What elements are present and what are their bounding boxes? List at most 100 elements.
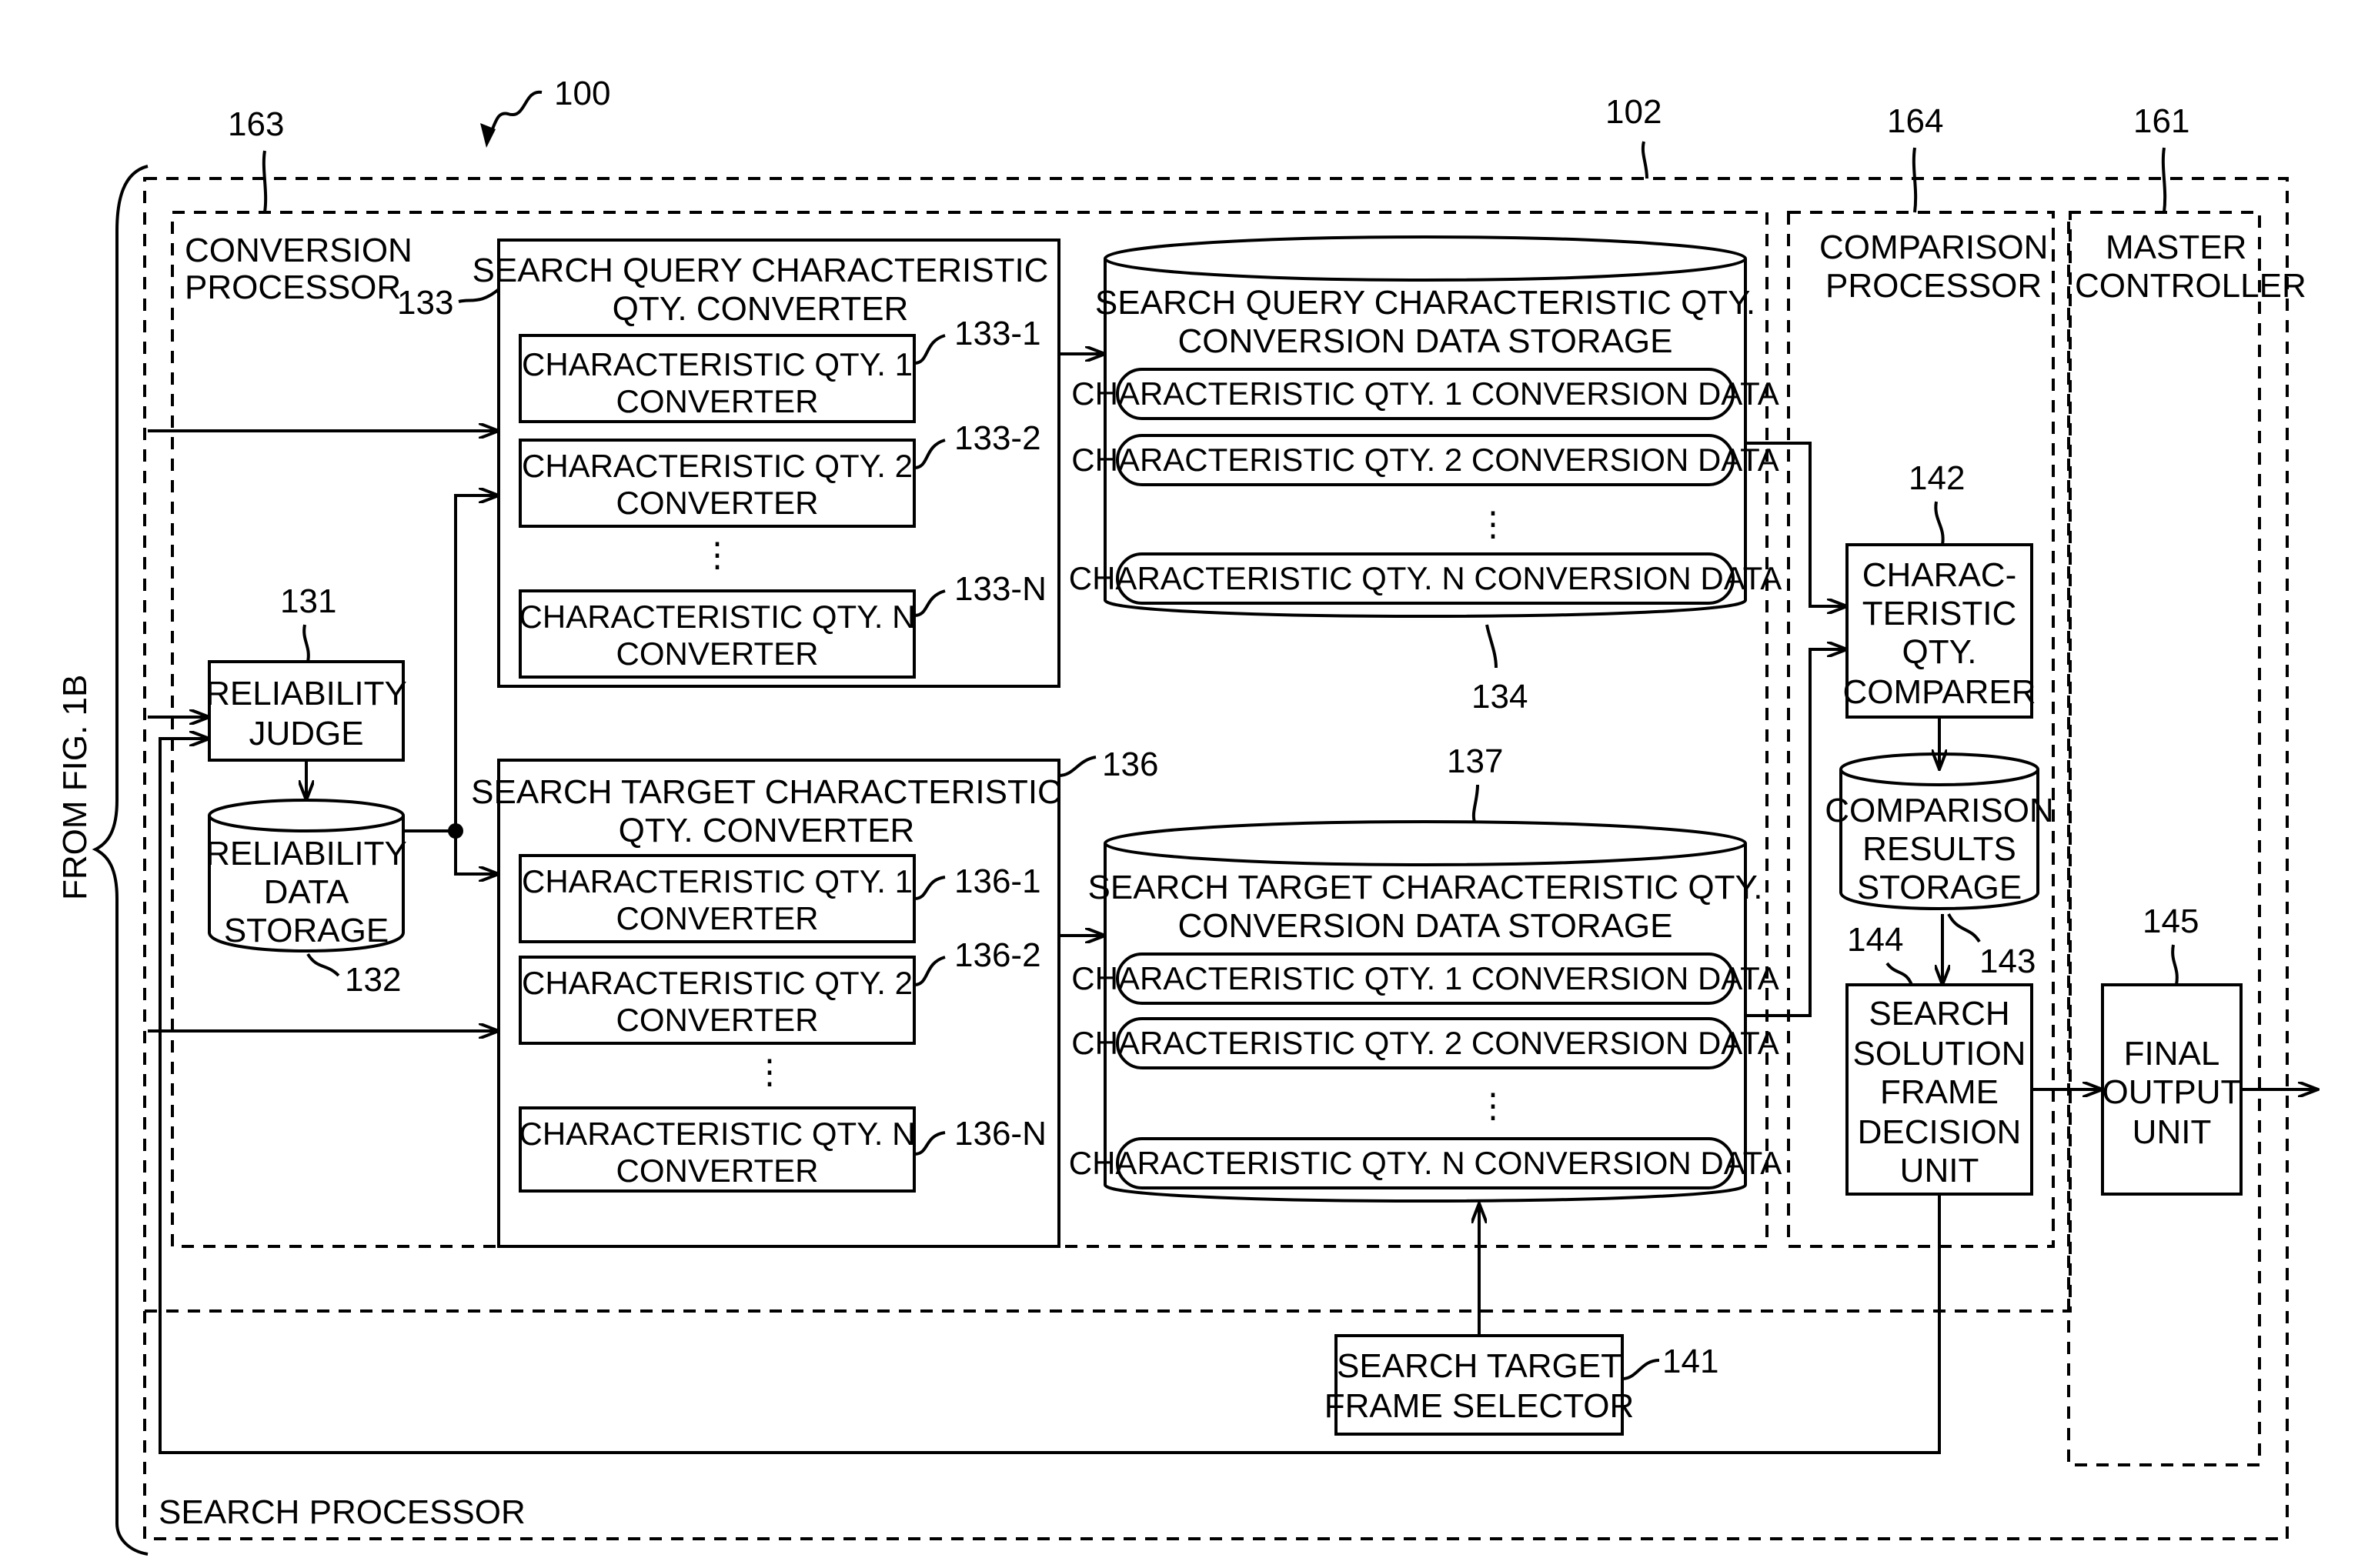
- svg-text:136-N: 136-N: [954, 1115, 1047, 1153]
- master-controller-label-2: CONTROLLER: [2075, 267, 2306, 305]
- ellipsis-icon: ⋮: [700, 536, 734, 574]
- conversion-processor-label-2: PROCESSOR: [185, 269, 401, 306]
- characteristic-qty-comparer[interactable]: CHARAC- TERISTIC QTY. COMPARER 142: [1843, 459, 2036, 719]
- ref-131: 131: [280, 582, 336, 620]
- svg-text:DECISION: DECISION: [1858, 1113, 2022, 1151]
- ellipsis-icon: ⋮: [753, 1053, 787, 1091]
- svg-text:133-N: 133-N: [954, 570, 1047, 608]
- ellipsis-icon: ⋮: [1476, 1087, 1510, 1125]
- brace: [92, 165, 149, 1556]
- svg-text:136-1: 136-1: [954, 862, 1041, 900]
- svg-text:CONVERTER: CONVERTER: [616, 1153, 819, 1189]
- svg-text:UNIT: UNIT: [1900, 1152, 1979, 1189]
- leader-line: [262, 150, 268, 213]
- svg-text:CONVERTER: CONVERTER: [616, 383, 819, 419]
- ellipsis-icon: ⋮: [1476, 505, 1510, 543]
- svg-text:QTY. CONVERTER: QTY. CONVERTER: [619, 812, 915, 849]
- svg-text:CHARACTERISTIC QTY. 1: CHARACTERISTIC QTY. 1: [522, 863, 913, 899]
- leader-line: [2161, 147, 2167, 213]
- svg-text:CHARACTERISTIC QTY. 1 CONVERSI: CHARACTERISTIC QTY. 1 CONVERSION DATA: [1071, 960, 1779, 996]
- search-target-storage[interactable]: SEARCH TARGET CHARACTERISTIC QTY. CONVER…: [1069, 742, 1782, 1203]
- master-controller-label-1: MASTER: [2106, 229, 2246, 266]
- ref-136: 136: [1102, 746, 1158, 783]
- svg-text:SEARCH TARGET: SEARCH TARGET: [1337, 1347, 1622, 1385]
- leader-line: [1912, 147, 1918, 213]
- svg-text:CONVERTER: CONVERTER: [616, 1002, 819, 1038]
- svg-text:FRAME: FRAME: [1880, 1073, 1999, 1111]
- search-processor-label: SEARCH PROCESSOR: [159, 1493, 526, 1531]
- svg-text:CHARACTERISTIC QTY. 1: CHARACTERISTIC QTY. 1: [522, 346, 913, 382]
- svg-text:QTY.: QTY.: [1902, 633, 1976, 671]
- svg-text:CHARACTERISTIC QTY. 2 CONVERSI: CHARACTERISTIC QTY. 2 CONVERSION DATA: [1071, 442, 1779, 478]
- ref-142: 142: [1909, 459, 1965, 497]
- reliability-data-storage[interactable]: RELIABILITY DATA STORAGE 132: [205, 799, 407, 999]
- svg-text:OUTPUT: OUTPUT: [2102, 1073, 2242, 1111]
- ref-144: 144: [1847, 921, 1903, 959]
- leader-line: [485, 90, 543, 143]
- search-query-converter[interactable]: SEARCH QUERY CHARACTERISTIC QTY. CONVERT…: [397, 239, 1060, 688]
- svg-text:CHARAC-: CHARAC-: [1862, 556, 2016, 594]
- search-target-frame-selector[interactable]: SEARCH TARGET FRAME SELECTOR 141: [1324, 1334, 1719, 1436]
- svg-text:CHARACTERISTIC QTY. N: CHARACTERISTIC QTY. N: [519, 599, 916, 635]
- svg-text:STORAGE: STORAGE: [1857, 869, 2022, 906]
- svg-text:CONVERTER: CONVERTER: [616, 900, 819, 936]
- svg-text:RELIABILITY: RELIABILITY: [205, 835, 407, 872]
- ref-133: 133: [397, 284, 453, 322]
- ref-164: 164: [1887, 102, 1943, 140]
- svg-text:CHARACTERISTIC QTY. N CONVERSI: CHARACTERISTIC QTY. N CONVERSION DATA: [1069, 1145, 1782, 1181]
- svg-text:FRAME SELECTOR: FRAME SELECTOR: [1324, 1387, 1635, 1425]
- master-controller-frame: [2067, 211, 2261, 1466]
- ref-137: 137: [1447, 742, 1503, 780]
- ref-141: 141: [1662, 1343, 1718, 1380]
- svg-text:100: 100: [554, 75, 610, 112]
- ref-102: 102: [1605, 93, 1662, 131]
- svg-text:CONVERSION DATA STORAGE: CONVERSION DATA STORAGE: [1177, 907, 1672, 945]
- conversion-processor-label-1: CONVERSION: [185, 232, 412, 269]
- svg-text:CONVERSION DATA STORAGE: CONVERSION DATA STORAGE: [1177, 322, 1672, 360]
- svg-text:FINAL: FINAL: [2124, 1035, 2220, 1073]
- svg-text:CHARACTERISTIC QTY. 1 CONVERSI: CHARACTERISTIC QTY. 1 CONVERSION DATA: [1071, 375, 1779, 412]
- svg-text:CHARACTERISTIC QTY. N CONVERSI: CHARACTERISTIC QTY. N CONVERSION DATA: [1069, 560, 1782, 596]
- svg-text:133-2: 133-2: [954, 419, 1041, 457]
- ref-143: 143: [1979, 942, 2036, 980]
- svg-text:RESULTS: RESULTS: [1862, 830, 2016, 868]
- reliability-judge[interactable]: RELIABILITY JUDGE 131: [205, 582, 407, 762]
- arrow-reliability-target: [454, 831, 499, 874]
- comparison-processor-label-2: PROCESSOR: [1825, 267, 2042, 305]
- from-fig-label: FROM FIG. 1B: [56, 675, 94, 900]
- svg-text:SEARCH QUERY CHARACTERISTIC QT: SEARCH QUERY CHARACTERISTIC QTY.: [1095, 284, 1755, 322]
- svg-text:SOLUTION: SOLUTION: [1853, 1035, 2026, 1073]
- svg-text:CHARACTERISTIC QTY. 2: CHARACTERISTIC QTY. 2: [522, 448, 913, 484]
- svg-text:STORAGE: STORAGE: [224, 912, 389, 949]
- ref-132: 132: [345, 961, 401, 999]
- svg-text:SEARCH QUERY CHARACTERISTIC: SEARCH QUERY CHARACTERISTIC: [473, 252, 1049, 289]
- svg-text:SEARCH TARGET CHARACTERISTIC Q: SEARCH TARGET CHARACTERISTIC QTY.: [1088, 869, 1763, 906]
- ref-100: 100: [480, 75, 610, 148]
- svg-text:DATA: DATA: [264, 873, 349, 911]
- svg-text:CHARACTERISTIC QTY. N: CHARACTERISTIC QTY. N: [519, 1116, 916, 1152]
- leader-line: [1641, 141, 1648, 179]
- svg-text:TERISTIC: TERISTIC: [1862, 595, 2016, 632]
- svg-text:136-2: 136-2: [954, 936, 1041, 974]
- svg-text:CHARACTERISTIC QTY. 2 CONVERSI: CHARACTERISTIC QTY. 2 CONVERSION DATA: [1071, 1025, 1779, 1061]
- svg-text:QTY. CONVERTER: QTY. CONVERTER: [613, 290, 909, 328]
- svg-text:COMPARER: COMPARER: [1843, 673, 2036, 711]
- svg-text:RELIABILITY: RELIABILITY: [205, 675, 407, 712]
- ref-163: 163: [228, 105, 284, 143]
- svg-text:CONVERTER: CONVERTER: [616, 485, 819, 521]
- svg-text:SEARCH: SEARCH: [1869, 995, 2009, 1033]
- svg-text:JUDGE: JUDGE: [249, 715, 363, 752]
- svg-text:CONVERTER: CONVERTER: [616, 636, 819, 672]
- search-query-storage[interactable]: SEARCH QUERY CHARACTERISTIC QTY. CONVERS…: [1069, 235, 1782, 716]
- svg-text:SEARCH TARGET CHARACTERISTIC: SEARCH TARGET CHARACTERISTIC: [471, 773, 1062, 811]
- ref-134: 134: [1471, 678, 1528, 716]
- svg-text:133-1: 133-1: [954, 315, 1041, 352]
- final-output-unit[interactable]: FINAL OUTPUT UNIT 145: [2101, 902, 2243, 1196]
- ref-161: 161: [2133, 102, 2189, 140]
- svg-text:COMPARISON: COMPARISON: [1825, 792, 2053, 829]
- svg-text:UNIT: UNIT: [2133, 1113, 2212, 1151]
- search-target-converter[interactable]: SEARCH TARGET CHARACTERISTIC QTY. CONVER…: [471, 746, 1158, 1248]
- block-diagram: 100 FROM FIG. 1B SEARCH PROCESSOR 102 CO…: [56, 75, 2358, 1556]
- ref-145: 145: [2143, 902, 2199, 940]
- svg-text:CHARACTERISTIC QTY. 2: CHARACTERISTIC QTY. 2: [522, 965, 913, 1001]
